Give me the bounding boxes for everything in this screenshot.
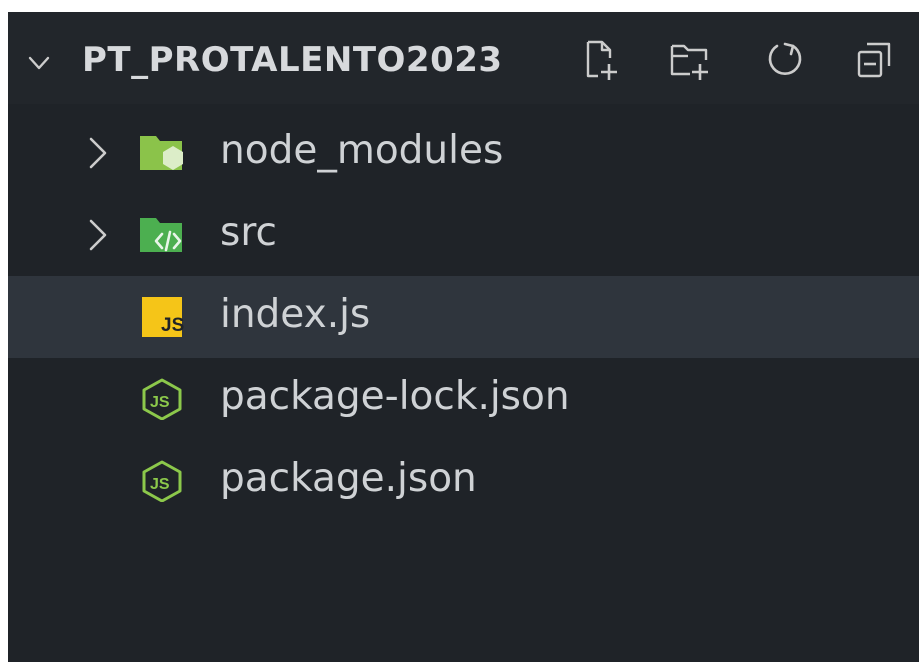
nodejs-file-icon: JS: [142, 460, 182, 502]
explorer-header[interactable]: PT_PROTALENTO2023: [8, 12, 919, 104]
tree-item-label: package.json: [220, 456, 477, 501]
tree-item-package-json[interactable]: JS package.json: [8, 440, 919, 522]
svg-text:JS: JS: [161, 315, 184, 336]
tree-item-label: src: [220, 210, 277, 255]
javascript-file-icon: JS: [142, 297, 184, 337]
chevron-right-icon[interactable]: [87, 136, 109, 170]
svg-text:JS: JS: [150, 476, 170, 493]
svg-text:JS: JS: [150, 394, 170, 411]
new-file-icon[interactable]: [578, 38, 622, 82]
tree-item-node-modules[interactable]: node_modules: [8, 112, 919, 194]
new-folder-icon[interactable]: [668, 38, 712, 82]
tree-item-index-js[interactable]: JS index.js: [8, 276, 919, 358]
collapse-all-icon[interactable]: [853, 38, 897, 82]
tree-item-label: index.js: [220, 292, 371, 337]
tree-item-label: node_modules: [220, 128, 504, 173]
workspace-title: PT_PROTALENTO2023: [82, 40, 503, 80]
tree-item-label: package-lock.json: [220, 374, 570, 419]
nodejs-file-icon: JS: [142, 378, 182, 420]
chevron-right-icon[interactable]: [87, 218, 109, 252]
refresh-icon[interactable]: [763, 38, 807, 82]
node-modules-folder-icon: [140, 136, 183, 170]
tree-item-package-lock-json[interactable]: JS package-lock.json: [8, 358, 919, 440]
tree-item-src[interactable]: src: [8, 194, 919, 276]
file-explorer: PT_PROTALENTO2023 node_modules src JS in…: [8, 12, 919, 662]
src-folder-icon: [140, 218, 182, 252]
chevron-down-icon[interactable]: [28, 52, 50, 74]
